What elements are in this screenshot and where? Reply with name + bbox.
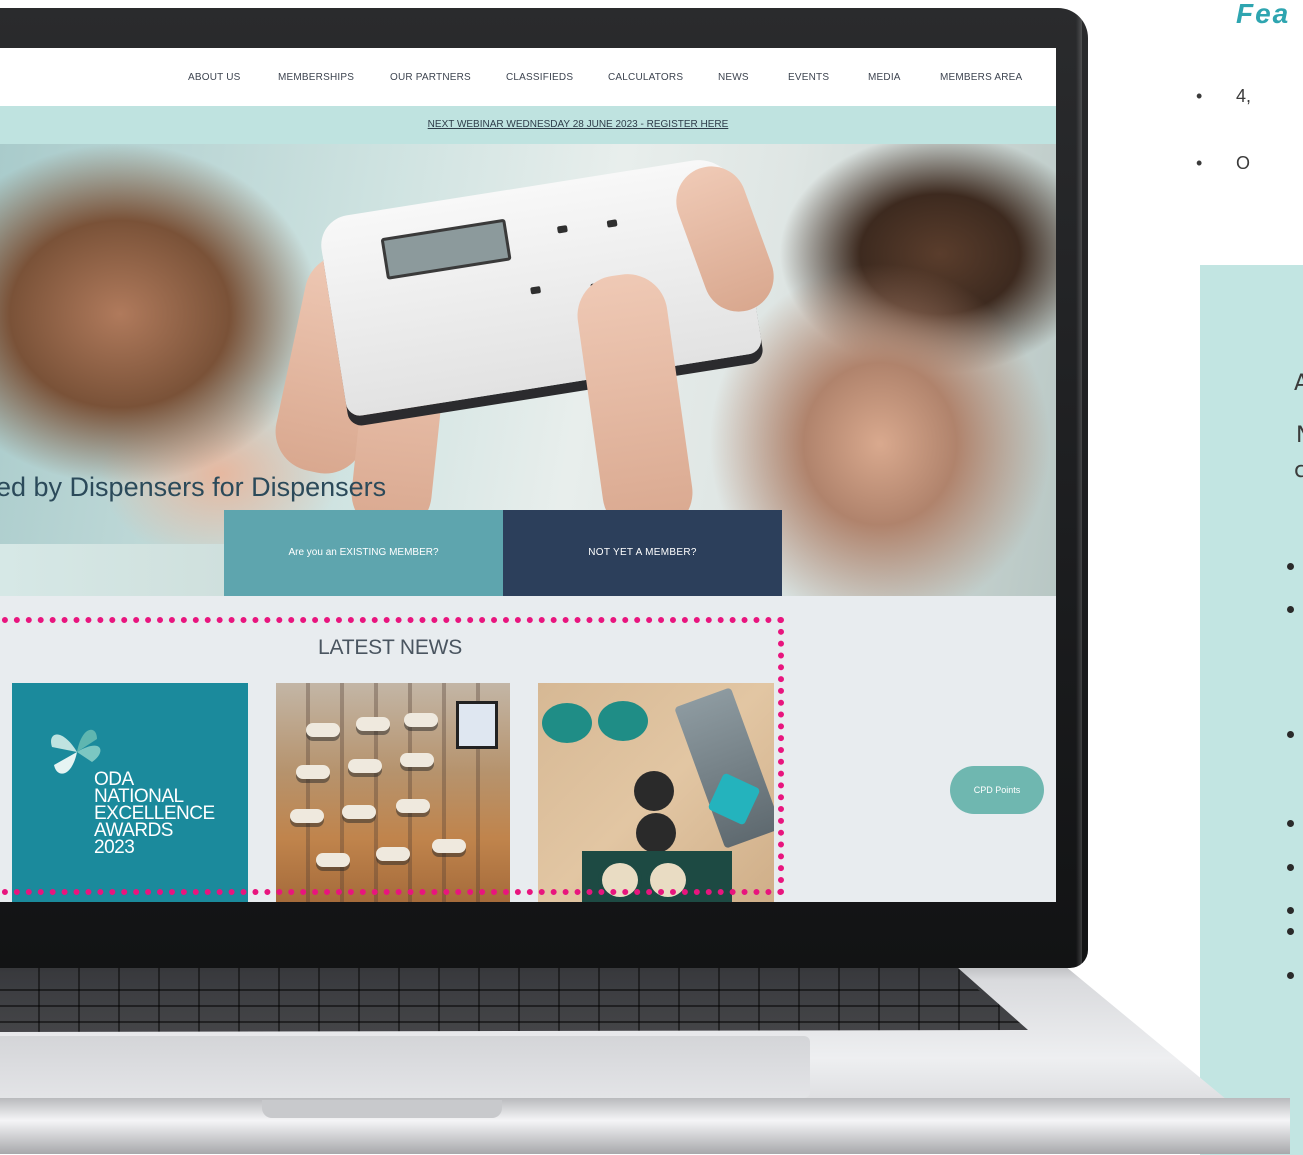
conference-table: [400, 753, 434, 767]
box-bullet-dot: [1287, 606, 1294, 613]
conference-table: [396, 799, 430, 813]
box-bullet-dot: [1287, 820, 1294, 827]
conference-table: [316, 853, 350, 867]
keyboard-rows: [0, 975, 1020, 1023]
webinar-register-link[interactable]: NEXT WEBINAR WEDNESDAY 28 JUNE 2023 - RE…: [0, 119, 1056, 130]
conference-table: [376, 847, 410, 861]
device-button: [606, 219, 618, 228]
conference-table: [356, 717, 390, 731]
nav-classifieds[interactable]: CLASSIFIEDS: [506, 72, 573, 83]
sunglasses-lens: [636, 813, 676, 853]
hero-image: ed by Dispensers for Dispensers Are you …: [0, 144, 1056, 596]
conference-table: [342, 805, 376, 819]
box-bullet-dot: [1287, 907, 1294, 914]
nav-our-partners[interactable]: OUR PARTNERS: [390, 72, 471, 83]
nav-calculators[interactable]: CALCULATORS: [608, 72, 683, 83]
existing-member-button[interactable]: Are you an EXISTING MEMBER?: [224, 510, 503, 596]
device-button: [556, 225, 568, 234]
device-button: [530, 286, 542, 295]
bullet-dot: •: [1196, 86, 1203, 106]
news-card-oda-awards[interactable]: ODA NATIONAL EXCELLENCE AWARDS 2023: [12, 683, 248, 902]
oda-line: 2023: [94, 837, 135, 858]
slide-heading: Fea: [1236, 0, 1291, 29]
sunglasses-lens: [634, 771, 674, 811]
box-bullet-dot: [1287, 731, 1294, 738]
sunglasses-lens: [598, 701, 648, 741]
news-card-eyewear[interactable]: [538, 683, 774, 902]
bullet-text: O: [1236, 153, 1251, 173]
box-bullet-dot: [1287, 928, 1294, 935]
laptop-screen: ABOUT US MEMBERSHIPS OUR PARTNERS CLASSI…: [0, 48, 1056, 902]
new-member-button[interactable]: NOT YET A MEMBER?: [503, 510, 782, 596]
hero-tagline: ed by Dispensers for Dispensers: [0, 472, 387, 502]
top-nav: ABOUT US MEMBERSHIPS OUR PARTNERS CLASSI…: [0, 48, 1056, 106]
sunglasses-lens: [598, 859, 642, 901]
sunglasses-lens: [542, 703, 592, 743]
cpd-points-button[interactable]: CPD Points: [950, 766, 1044, 814]
bullet-text: 4,: [1236, 86, 1252, 106]
box-text-2: N: [1296, 423, 1303, 448]
box-text-3: c: [1294, 458, 1303, 483]
box-bullet-dot: [1287, 864, 1294, 871]
frame-tool: [674, 687, 774, 849]
trackpad: [0, 1036, 810, 1098]
nav-about-us[interactable]: ABOUT US: [188, 72, 241, 83]
conference-table: [296, 765, 330, 779]
nav-news[interactable]: NEWS: [718, 72, 749, 83]
news-section: LATEST NEWS ODA NATIONAL EXCELLENCE AWAR…: [0, 596, 1056, 902]
news-card-conference[interactable]: [276, 683, 510, 902]
conference-table: [348, 759, 382, 773]
nav-media[interactable]: MEDIA: [868, 72, 901, 83]
conference-table: [432, 839, 466, 853]
bullet-dot: •: [1196, 153, 1203, 173]
conference-table: [306, 723, 340, 737]
slide-teal-box: [1200, 265, 1303, 1155]
nav-events[interactable]: EVENTS: [788, 72, 829, 83]
webinar-banner: NEXT WEBINAR WEDNESDAY 28 JUNE 2023 - RE…: [0, 106, 1056, 144]
box-bullet-dot: [1287, 563, 1294, 570]
laptop-notch: [262, 1100, 502, 1118]
oda-awards-text: ODA NATIONAL EXCELLENCE AWARDS 2023: [94, 770, 215, 858]
conference-table: [404, 713, 438, 727]
laptop-front-lip: [0, 1098, 1290, 1154]
box-text-1: A: [1294, 371, 1303, 396]
nav-memberships[interactable]: MEMBERSHIPS: [278, 72, 354, 83]
conference-table: [290, 809, 324, 823]
hero-panel: [0, 544, 224, 596]
conference-screen: [456, 701, 498, 749]
sunglasses-lens: [646, 859, 690, 901]
device-display: [380, 218, 512, 280]
laptop-lid: ABOUT US MEMBERSHIPS OUR PARTNERS CLASSI…: [0, 8, 1088, 968]
nav-members-area[interactable]: MEMBERS AREA: [940, 72, 1022, 83]
news-heading: LATEST NEWS: [318, 636, 463, 659]
box-bullet-dot: [1287, 972, 1294, 979]
